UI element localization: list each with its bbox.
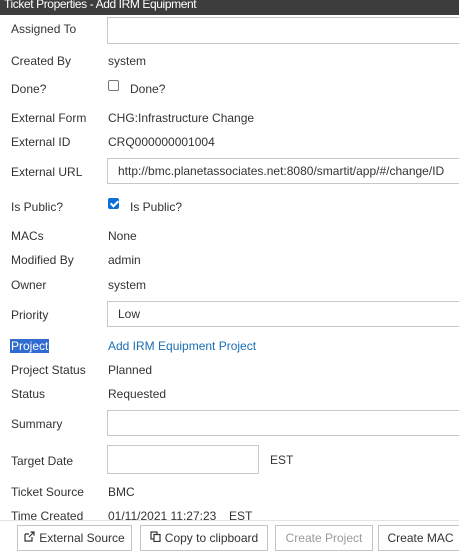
status-value: Requested (108, 387, 167, 401)
created-by-label: Created By (11, 54, 72, 68)
summary-input[interactable] (107, 410, 459, 436)
project-status-value: Planned (108, 363, 153, 377)
done-checkbox-label[interactable]: Done? (130, 82, 165, 96)
is-public-checkbox[interactable] (108, 198, 119, 209)
priority-label: Priority (11, 308, 49, 322)
clipboard-icon (150, 527, 161, 551)
external-id-label: External ID (11, 135, 71, 149)
priority-select[interactable]: Low (107, 301, 459, 327)
done-checkbox[interactable] (108, 80, 119, 91)
modified-by-label: Modified By (11, 253, 74, 267)
window-title: Ticket Properties - Add IRM Equipment (4, 0, 197, 11)
project-status-label: Project Status (11, 363, 86, 377)
is-public-label: Is Public? (11, 200, 64, 214)
owner-label: Owner (11, 278, 47, 292)
project-link[interactable]: Add IRM Equipment Project (108, 339, 256, 353)
status-label: Status (11, 387, 46, 401)
macs-label: MACs (11, 229, 44, 243)
footer-toolbar: External Source Copy to clipboard Create… (0, 520, 459, 554)
summary-label: Summary (11, 417, 63, 431)
ticket-source-label: Ticket Source (11, 485, 84, 499)
external-url-input[interactable]: http://bmc.planetassociates.net:8080/sma… (107, 158, 459, 184)
project-label: Project (10, 339, 50, 353)
project-label-text: Project (10, 339, 50, 353)
target-date-input[interactable] (107, 445, 259, 474)
copy-to-clipboard-label: Copy to clipboard (164, 531, 259, 545)
done-label: Done? (11, 82, 47, 96)
ticket-source-value: BMC (108, 485, 135, 499)
window-titlebar: Ticket Properties - Add IRM Equipment (0, 0, 459, 15)
assigned-to-label: Assigned To (11, 22, 77, 36)
owner-value: system (108, 278, 147, 292)
external-id-value: CRQ000000001004 (108, 135, 215, 149)
copy-to-clipboard-button[interactable]: Copy to clipboard (140, 525, 268, 551)
macs-value: None (108, 229, 137, 243)
created-by-value: system (108, 54, 147, 68)
external-source-button[interactable]: External Source (17, 525, 132, 551)
external-form-value: CHG:Infrastructure Change (108, 111, 255, 125)
is-public-checkbox-label[interactable]: Is Public? (130, 200, 182, 214)
target-date-timezone: EST (270, 453, 294, 467)
modified-by-value: admin (108, 253, 141, 267)
external-source-label: External Source (39, 531, 125, 545)
assigned-to-input[interactable] (107, 17, 459, 44)
external-form-label: External Form (11, 111, 87, 125)
create-project-button[interactable]: Create Project (275, 525, 373, 551)
create-mac-button[interactable]: Create MAC (378, 525, 459, 551)
external-link-icon (24, 527, 35, 551)
external-url-label: External URL (11, 165, 83, 179)
target-date-label: Target Date (11, 454, 74, 468)
